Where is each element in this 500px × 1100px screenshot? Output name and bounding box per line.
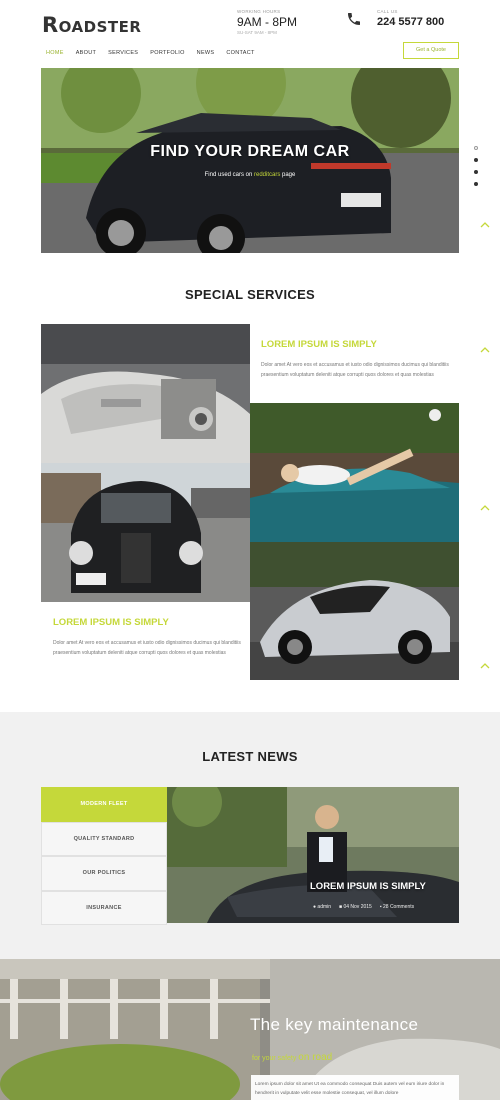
hours-label: WORKING HOURS [237, 9, 281, 14]
news-date: ■ 04 Nov 2015 [339, 904, 372, 910]
phone-number[interactable]: 224 5577 800 [377, 16, 444, 28]
news-comments[interactable]: ▪ 28 Comments [380, 904, 414, 910]
chevron-up-icon[interactable] [480, 347, 490, 353]
service-card-title: LOREM IPSUM IS SIMPLY [261, 339, 377, 350]
service-image [250, 403, 459, 542]
maintenance-subtitle-pre: for your safety [252, 1055, 299, 1062]
news-comments-count: 28 Comments [383, 904, 415, 910]
news-tab-modern-fleet[interactable]: MODERN FLEET [41, 787, 167, 822]
hero-subtitle-post: page [280, 172, 296, 178]
hours-value: 9AM - 8PM [237, 15, 298, 29]
chevron-up-icon[interactable] [480, 505, 490, 511]
hero-subtitle-pre: Find used cars on [204, 172, 254, 178]
news-date-value: 04 Nov 2015 [343, 904, 372, 910]
call-us: CALL US 224 5577 800 [377, 9, 444, 28]
maintenance-subtitle-accent: on road [298, 1052, 333, 1063]
hours-sub: SU-SAT 9AM - 8PM [237, 30, 277, 35]
service-card-text: Dolor amet At vero eos et accusamus et i… [53, 640, 241, 656]
phone-icon [348, 13, 360, 25]
maintenance-text: Lorem ipsum dolor sit amet Ut ea commodo… [255, 1082, 445, 1096]
news-tabs: MODERN FLEET QUALITY STANDARD OUR POLITI… [41, 787, 167, 925]
nav-news[interactable]: NEWS [197, 50, 215, 56]
call-label: CALL US [377, 9, 398, 14]
service-card-text: Dolor amet At vero eos et accusamus et i… [261, 362, 449, 378]
news-author-name: admin [317, 904, 332, 910]
news-tab-our-politics[interactable]: OUR POLITICS [41, 856, 167, 891]
maintenance-subtitle: for your safety on road [252, 1052, 332, 1063]
slider-dots [474, 146, 478, 194]
get-quote-button[interactable]: Get a Quote [403, 42, 459, 59]
logo-initial: R [42, 13, 59, 37]
main-nav: HOME ABOUT SERVICES PORTFOLIO NEWS CONTA… [46, 50, 267, 56]
news-title: LATEST NEWS [202, 749, 298, 764]
service-image [41, 463, 250, 602]
maintenance-title: The key maintenance [250, 1015, 419, 1034]
working-hours: WORKING HOURS 9AM - 8PM SU-SAT 9AM - 8PM [237, 9, 297, 35]
slider-dot[interactable] [474, 182, 478, 186]
service-image [41, 324, 250, 463]
slider-dot[interactable] [474, 170, 478, 174]
service-card-title: LOREM IPSUM IS SIMPLY [53, 617, 169, 628]
news-meta: ● admin ■ 04 Nov 2015 ▪ 28 Comments [313, 904, 414, 910]
news-author: ● admin [313, 904, 331, 910]
slider-dot[interactable] [474, 146, 478, 150]
nav-home[interactable]: HOME [46, 50, 64, 56]
nav-portfolio[interactable]: PORTFOLIO [150, 50, 184, 56]
slider-dot[interactable] [474, 158, 478, 162]
hero-subtitle-link[interactable]: redditcars [254, 172, 280, 178]
hero-subtitle: Find used cars on redditcars page [41, 172, 459, 178]
hero-slider: FIND YOUR DREAM CAR Find used cars on re… [41, 68, 459, 253]
chevron-up-icon[interactable] [480, 663, 490, 669]
logo-text: OADSTER [58, 18, 142, 36]
nav-contact[interactable]: CONTACT [226, 50, 254, 56]
news-tab-quality-standard[interactable]: QUALITY STANDARD [41, 821, 167, 856]
maintenance-text-box: Lorem ipsum dolor sit amet Ut ea commodo… [251, 1075, 459, 1100]
news-image[interactable] [167, 787, 459, 923]
service-image [250, 542, 459, 680]
services-title: SPECIAL SERVICES [184, 287, 316, 302]
logo[interactable]: ROADSTER [42, 13, 141, 37]
nav-about[interactable]: ABOUT [76, 50, 96, 56]
page: ROADSTER WORKING HOURS 9AM - 8PM SU-SAT … [0, 0, 500, 1100]
news-caption[interactable]: LOREM IPSUM IS SIMPLY [310, 881, 426, 892]
site-header: ROADSTER WORKING HOURS 9AM - 8PM SU-SAT … [0, 0, 500, 68]
hero-title: FIND YOUR DREAM CAR [150, 143, 350, 160]
news-tab-insurance[interactable]: INSURANCE [41, 890, 167, 925]
nav-services[interactable]: SERVICES [108, 50, 138, 56]
chevron-up-icon[interactable] [480, 222, 490, 228]
